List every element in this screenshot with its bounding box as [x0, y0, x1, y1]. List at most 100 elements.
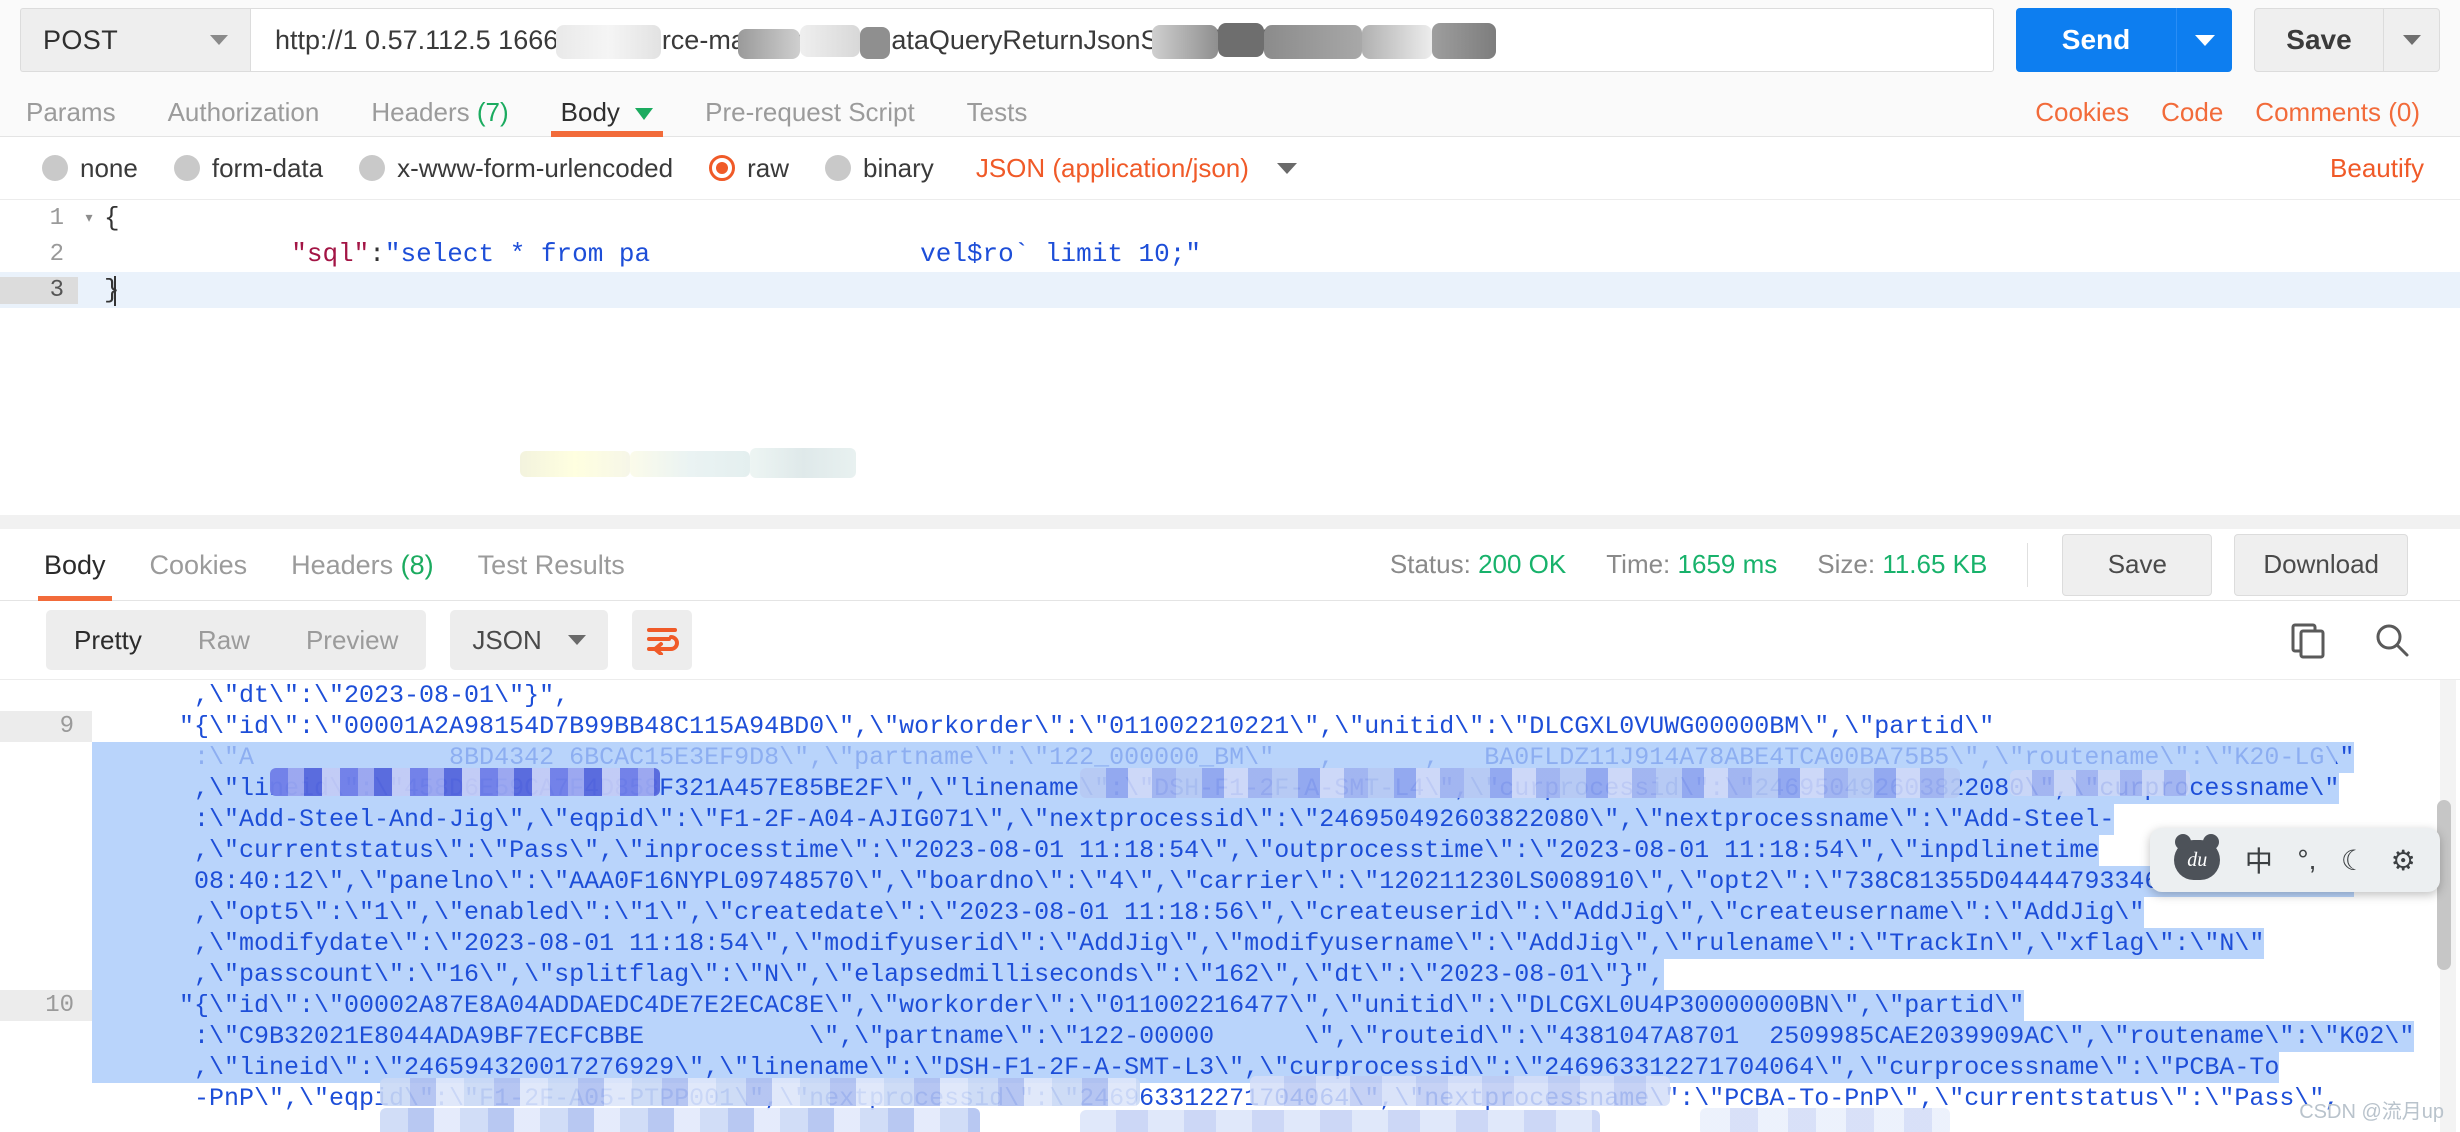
body-type-raw[interactable]: raw	[709, 153, 789, 184]
baidu-ime-logo-icon[interactable]: du	[2174, 834, 2221, 880]
view-mode-raw[interactable]: Raw	[170, 610, 278, 670]
tab-label: Headers	[291, 549, 394, 580]
line-number: 10	[0, 990, 92, 1021]
radio-icon	[359, 155, 386, 181]
redaction-patch	[750, 448, 856, 478]
response-line-selected: 08:40:12\",\"panelno\":\"AAA0F16NYPL0974…	[0, 866, 2460, 897]
copy-button[interactable]	[2280, 612, 2336, 668]
text-cursor	[114, 276, 116, 306]
body-type-binary[interactable]: binary	[824, 152, 934, 184]
body-format-select[interactable]: JSON (application/json)	[976, 153, 1297, 184]
response-body-viewer[interactable]: ,\"dt\":\"2023-08-01\"}", 9 "{\"id\":\"0…	[0, 679, 2460, 1132]
tab-authorization[interactable]: Authorization	[142, 88, 346, 136]
response-line-text: ,\"dt\":\"2023-08-01\"}",	[104, 681, 570, 710]
body-type-urlencoded[interactable]: x-www-form-urlencoded	[359, 153, 673, 184]
gear-icon[interactable]: ⚙	[2391, 844, 2416, 877]
divider	[2027, 542, 2029, 587]
tab-body[interactable]: Body	[535, 88, 680, 137]
body-type-row: none form-data x-www-form-urlencoded raw…	[0, 137, 2460, 199]
response-tab-cookies[interactable]: Cookies	[128, 529, 270, 601]
redaction-patch	[800, 25, 860, 57]
redaction-patch	[1152, 25, 1218, 59]
body-present-indicator-icon	[635, 108, 654, 121]
tab-label: Headers	[371, 97, 470, 127]
response-line-text: -PnP\",\"eqpid\":\"F1-2F-A05-PTPP001\",\…	[104, 1084, 2340, 1113]
http-method-label: POST	[43, 24, 119, 55]
response-format-select[interactable]: JSON	[450, 610, 608, 670]
response-line-text: :\"C9B32021E8044ADA9BF7ECFCBBE \",\"part…	[92, 1021, 2415, 1052]
response-save-button[interactable]: Save	[2062, 533, 2213, 596]
cookies-link[interactable]: Cookies	[2019, 88, 2145, 136]
response-tab-body[interactable]: Body	[22, 529, 128, 601]
tab-params[interactable]: Params	[0, 88, 142, 136]
response-tab-headers[interactable]: Headers (8)	[269, 529, 456, 601]
redaction-patch	[738, 29, 800, 59]
redaction-patch	[520, 451, 630, 477]
line-number: 3	[0, 276, 78, 304]
request-url-input[interactable]: http://1 0.57.112.5 16666/ad source-mana…	[250, 8, 1994, 72]
send-button[interactable]: Send	[2016, 8, 2176, 72]
radio-icon	[173, 155, 200, 181]
save-button[interactable]: Save	[2254, 8, 2384, 72]
redaction-patch	[1362, 25, 1432, 59]
radio-icon-selected	[709, 155, 736, 181]
response-separator	[0, 515, 2460, 529]
tab-tests[interactable]: Tests	[941, 88, 1054, 136]
response-line-text: ,\"modifydate\":\"2023-08-01 11:18:54\",…	[92, 928, 2265, 959]
chevron-down-icon	[1276, 162, 1297, 174]
response-line-selected: ,\"opt5\":\"1\",\"enabled\":\"1\",\"crea…	[0, 897, 2460, 928]
radio-icon	[42, 155, 68, 181]
response-tab-test-results[interactable]: Test Results	[456, 529, 647, 601]
response-line: 9 "{\"id\":\"00001A2A98154D7B99BB48C115A…	[0, 711, 2460, 742]
fold-arrow-icon[interactable]: ▾	[78, 207, 100, 229]
chinese-mode-icon[interactable]: 中	[2245, 840, 2273, 880]
body-format-label: JSON (application/json)	[975, 152, 1249, 183]
ime-floating-toolbar[interactable]: du 中 °, ☾ ⚙	[2150, 828, 2440, 892]
line-number: 1	[49, 204, 64, 232]
beautify-button[interactable]: Beautify	[2330, 153, 2424, 184]
response-line-selected: ,\"lineid\":\"458D6E59CA7F4D858F321A457E…	[0, 773, 2460, 804]
request-tabs: Params Authorization Headers (7) Body Pr…	[0, 80, 2460, 137]
postman-window: POST http://1 0.57.112.5 16666/ad source…	[0, 0, 2460, 1132]
word-wrap-button[interactable]	[631, 610, 692, 670]
chevron-down-icon	[2194, 34, 2215, 46]
redaction-patch	[860, 27, 890, 59]
tab-label: Cookies	[149, 549, 248, 580]
request-url-bar: POST http://1 0.57.112.5 16666/ad source…	[0, 0, 2460, 80]
body-type-none[interactable]: none	[42, 153, 138, 184]
response-download-button[interactable]: Download	[2234, 533, 2408, 596]
code-link[interactable]: Code	[2145, 88, 2239, 136]
scrollbar-thumb[interactable]	[2437, 800, 2451, 970]
view-mode-pretty[interactable]: Pretty	[46, 610, 170, 670]
request-body-editor[interactable]: 1 ▾ { 2 "sql":"select * from pa vel$ro` l…	[0, 199, 2460, 515]
tab-count-badge: (8)	[400, 549, 434, 580]
response-view-mode-group: Pretty Raw Preview	[46, 610, 427, 670]
tab-label: Authorization	[167, 97, 320, 127]
response-line-selected: :\"C9B32021E8044ADA9BF7ECFCBBE \",\"part…	[0, 1021, 2460, 1052]
body-type-form-data[interactable]: form-data	[173, 153, 323, 184]
response-line-text: :\"A 8BD4342 6BCAC15E3EF9D8\",\"partname…	[92, 742, 2355, 773]
response-toolbar: Pretty Raw Preview JSON	[0, 601, 2460, 679]
punctuation-icon[interactable]: °,	[2297, 844, 2316, 876]
sql-value-start: "select * from pa	[384, 239, 651, 269]
search-button[interactable]	[2364, 612, 2420, 668]
radio-icon	[824, 155, 851, 181]
line-number: 9	[0, 711, 92, 742]
save-options-button[interactable]	[2384, 8, 2440, 72]
tab-pre-request-script[interactable]: Pre-request Script	[679, 88, 941, 136]
send-options-button[interactable]	[2176, 8, 2232, 72]
http-method-select[interactable]: POST	[20, 8, 250, 72]
response-meta: Status: 200 OK Time: 1659 ms Size: 11.65…	[1390, 533, 2460, 596]
tab-label: Params	[26, 97, 116, 127]
response-line-text: ,\"opt5\":\"1\",\"enabled\":\"1\",\"crea…	[92, 897, 2145, 928]
response-line: ,\"dt\":\"2023-08-01\"}",	[0, 680, 2460, 711]
view-mode-preview[interactable]: Preview	[278, 610, 426, 670]
comments-link[interactable]: Comments (0)	[2239, 88, 2436, 136]
body-type-label: binary	[862, 152, 934, 183]
sql-key-token: "sql"	[291, 239, 370, 269]
tab-headers[interactable]: Headers (7)	[345, 88, 534, 136]
body-type-label: none	[80, 152, 138, 183]
moon-icon[interactable]: ☾	[2341, 844, 2366, 877]
response-scrollbar[interactable]	[2437, 680, 2456, 1132]
status-indicator: Status: 200 OK	[1390, 549, 1566, 580]
